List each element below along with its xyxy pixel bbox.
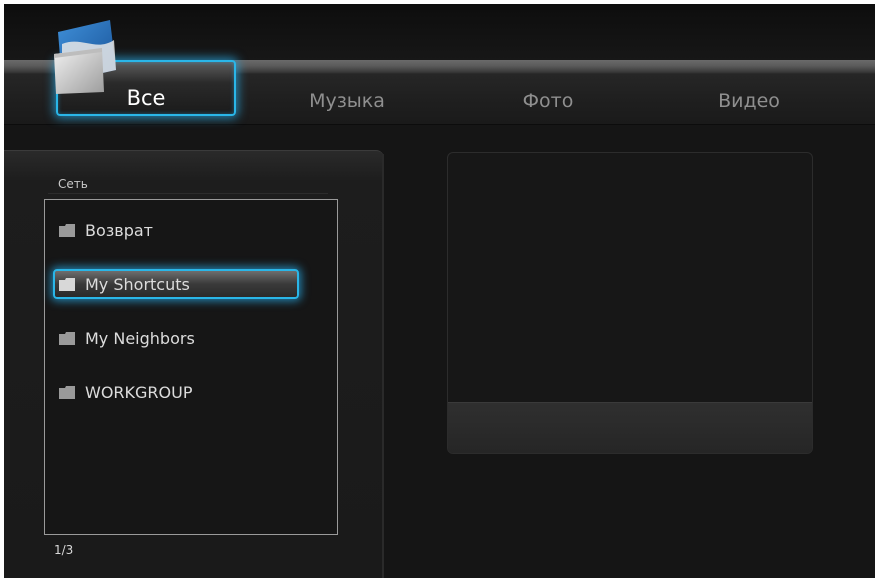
page-counter: 1/3 — [54, 543, 74, 557]
list-item-back[interactable]: Возврат — [55, 216, 301, 244]
tab-all-label: Все — [126, 86, 166, 110]
list-item-label: Возврат — [85, 220, 153, 240]
list-item-my-neighbors[interactable]: My Neighbors — [55, 324, 301, 352]
top-band — [4, 4, 875, 60]
network-browser-panel: Сеть Возврат My Shortcuts My Neighbors W… — [4, 150, 384, 578]
panel-title: Сеть — [58, 177, 88, 191]
preview-info-bar — [448, 402, 812, 453]
tab-photo-label: Фото — [522, 90, 574, 112]
list-item-label: My Neighbors — [85, 328, 195, 348]
tab-video-label: Видео — [718, 90, 780, 112]
divider — [48, 193, 328, 194]
folder-icon — [59, 277, 75, 291]
folder-icon — [59, 331, 75, 345]
tab-photo[interactable]: Фото — [468, 90, 628, 112]
tab-music[interactable]: Музыка — [267, 90, 427, 112]
folder-icon — [54, 20, 116, 94]
list-item-label: WORKGROUP — [85, 382, 193, 402]
media-player-screen: Все Музыка Фото Видео Сеть Возврат My Sh… — [4, 4, 875, 578]
panel-edge — [382, 154, 384, 578]
tab-video[interactable]: Видео — [669, 90, 829, 112]
file-list[interactable]: Возврат My Shortcuts My Neighbors WORKGR… — [44, 199, 338, 535]
list-item-my-shortcuts[interactable]: My Shortcuts — [53, 269, 299, 299]
folder-icon — [59, 223, 75, 237]
tab-music-label: Музыка — [309, 90, 385, 112]
folder-icon — [59, 385, 75, 399]
list-item-workgroup[interactable]: WORKGROUP — [55, 378, 301, 406]
list-item-label: My Shortcuts — [85, 274, 190, 294]
preview-panel — [447, 152, 813, 454]
